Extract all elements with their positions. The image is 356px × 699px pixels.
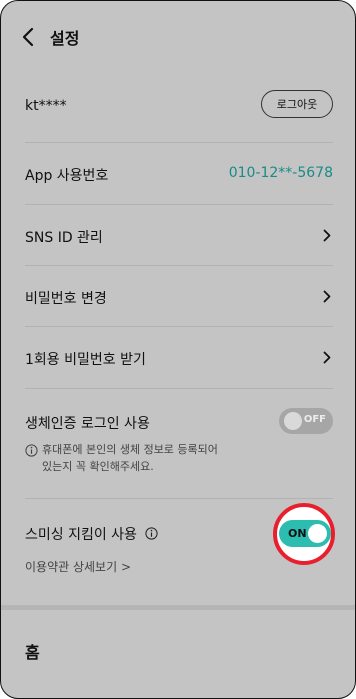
biometric-note-line1: 휴대폰에 본인의 생체 정보로 등록되어	[42, 443, 218, 456]
toggle-state-label: ON	[288, 527, 307, 540]
smishing-label: 스미싱 지킴이 사용	[25, 527, 137, 543]
biometric-note-line2: 있는지 꼭 확인해주세요.	[42, 460, 154, 473]
menu-item-password-change[interactable]: 비밀번호 변경	[25, 265, 333, 327]
biometric-label: 생체인증 로그인 사용	[25, 416, 150, 432]
chevron-right-icon	[323, 290, 331, 303]
app-number-row: App 사용번호 010-12**-5678	[25, 142, 333, 205]
info-icon[interactable]	[145, 527, 158, 540]
toggle-state-label: OFF	[303, 414, 326, 425]
menu-item-label: 비밀번호 변경	[25, 291, 107, 307]
biometric-row: 생체인증 로그인 사용 OFF 휴대폰에 본인의 생체 정보로 등록되어 있는지…	[25, 388, 333, 499]
settings-screen: 설정 kt**** 로그아웃 App 사용번호 010-12**-5678 SN…	[0, 0, 356, 699]
biometric-toggle[interactable]: OFF	[279, 408, 333, 434]
account-id: kt****	[25, 98, 67, 114]
toggle-knob	[284, 412, 302, 430]
logout-button[interactable]: 로그아웃	[261, 90, 333, 118]
chevron-right-icon	[323, 229, 331, 242]
smishing-toggle[interactable]: ON	[279, 520, 331, 547]
app-number-label: App 사용번호	[25, 168, 109, 184]
menu-item-label: SNS ID 관리	[25, 230, 103, 246]
header: 설정	[1, 1, 355, 73]
info-icon	[25, 444, 38, 457]
back-arrow-icon[interactable]	[21, 27, 35, 47]
menu-item-otp[interactable]: 1회용 비밀번호 받기	[25, 326, 333, 389]
section-divider	[1, 605, 355, 610]
terms-detail-link[interactable]: 이용약관 상세보기 >	[25, 558, 131, 575]
app-number-value: 010-12**-5678	[228, 165, 333, 181]
menu-item-label: 1회용 비밀번호 받기	[25, 352, 146, 368]
page-title: 설정	[50, 29, 80, 48]
menu-item-sns-id[interactable]: SNS ID 관리	[25, 204, 333, 266]
chevron-right-icon	[323, 351, 331, 364]
toggle-knob	[308, 524, 327, 543]
home-link[interactable]: 홈	[25, 639, 40, 663]
